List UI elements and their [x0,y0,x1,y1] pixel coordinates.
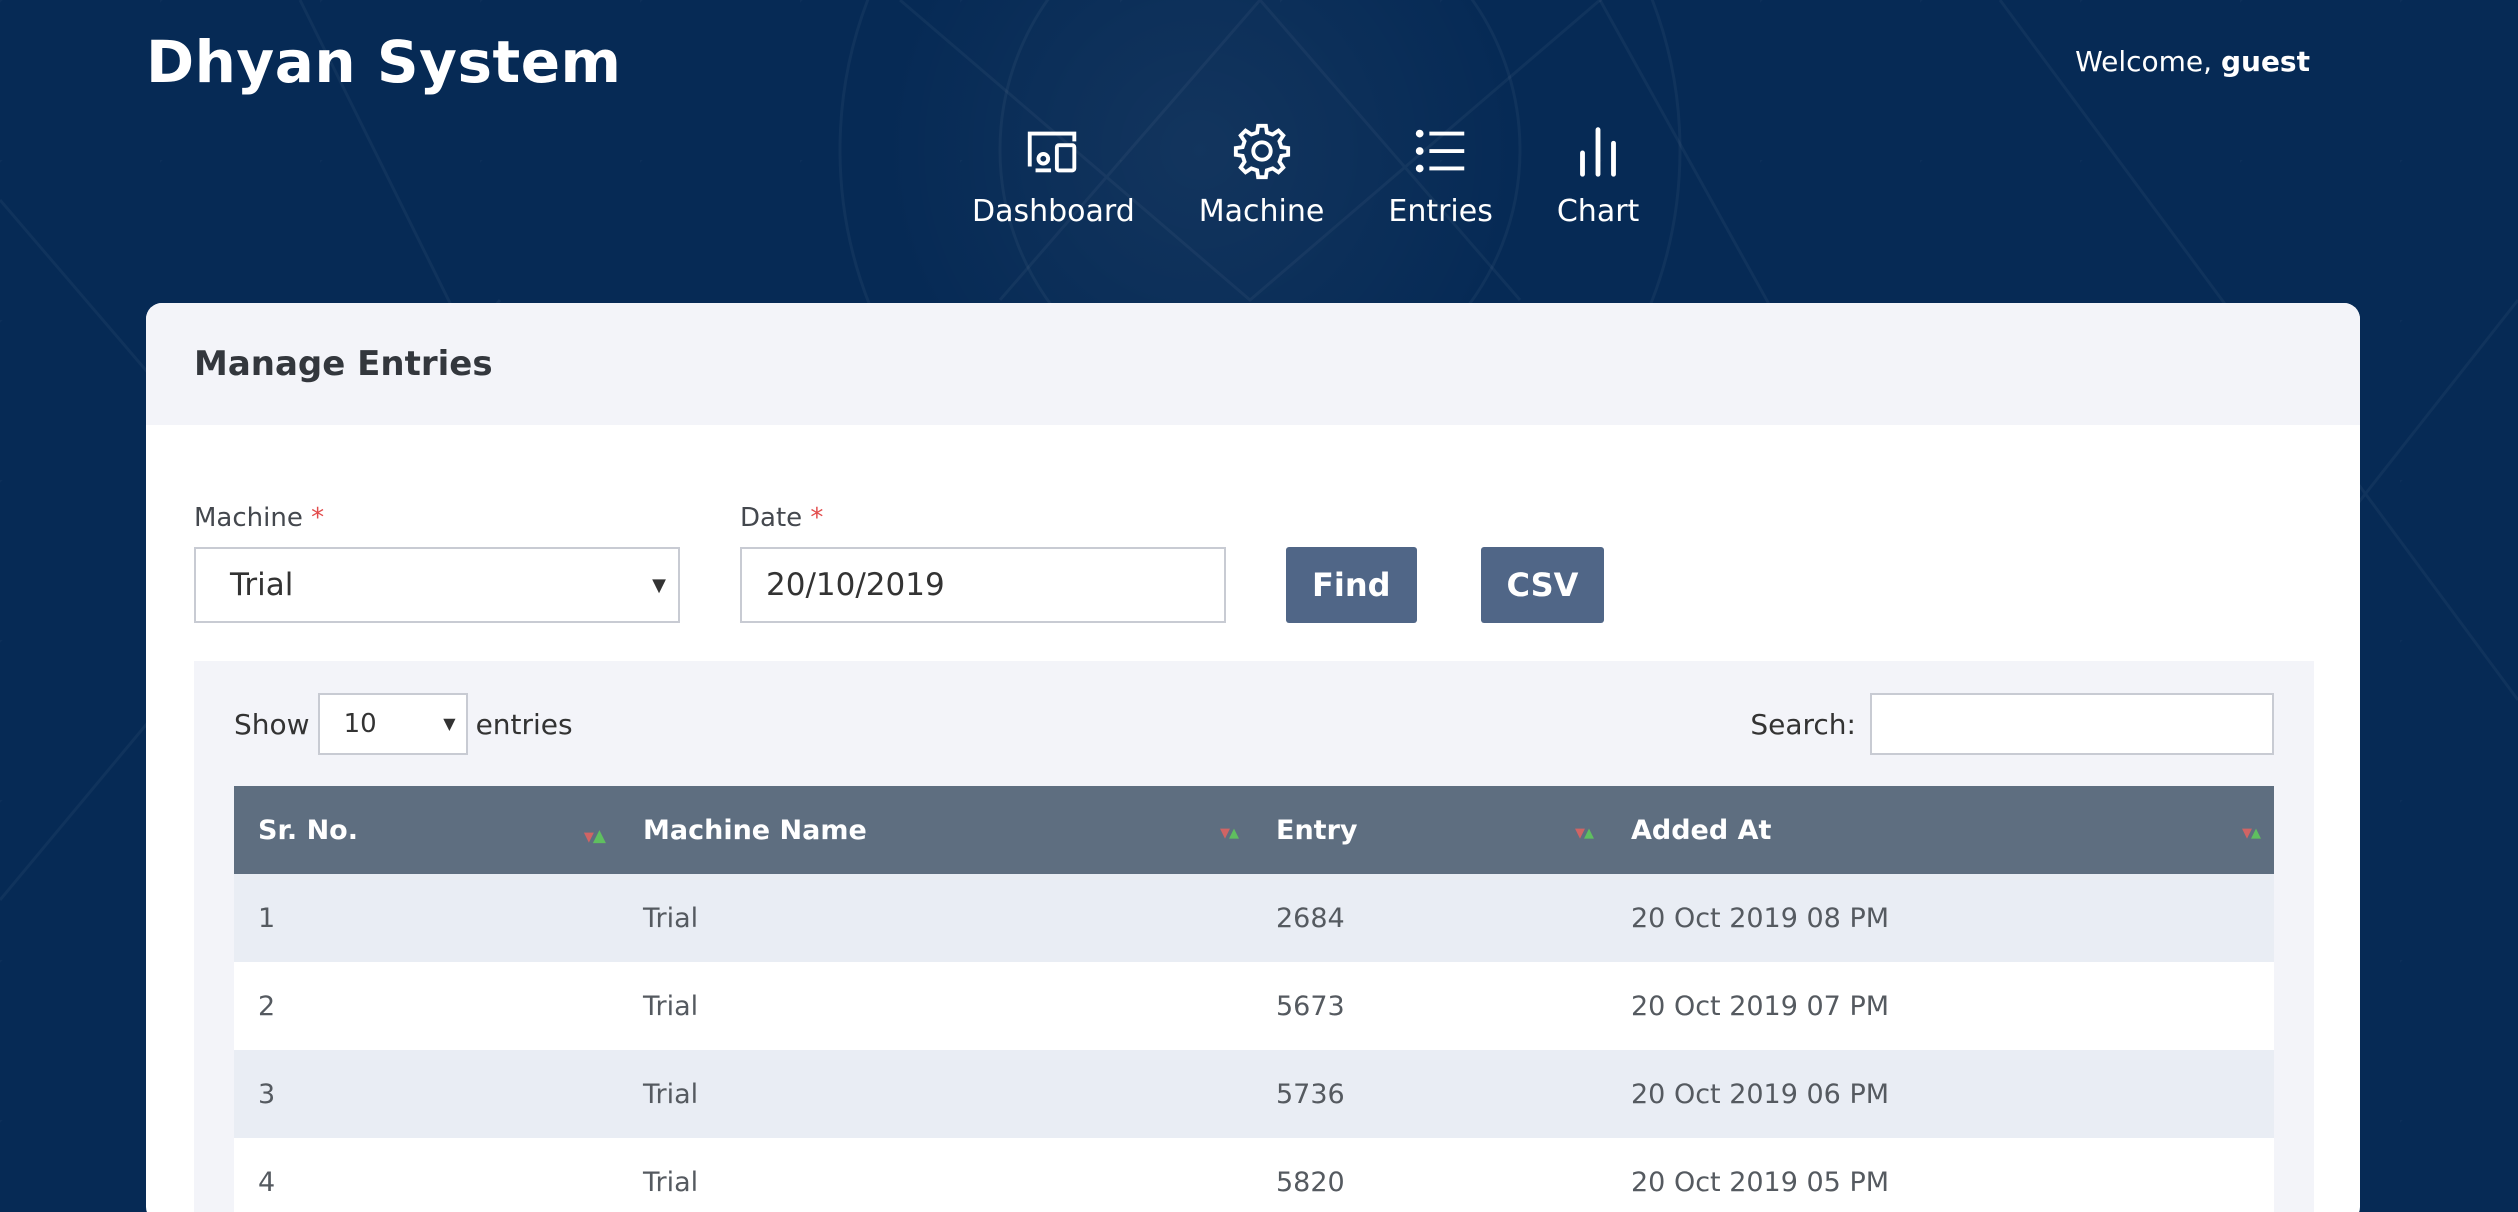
manage-entries-card: Manage Entries Machine * Trial ▼ Date * … [146,303,2360,1212]
cell-sr-no: 2 [234,962,619,1050]
column-header-machine-name[interactable]: Machine Name ▼▲ [619,786,1252,874]
bar-chart-icon [1580,127,1616,177]
search-input[interactable] [1870,693,2274,755]
nav-entries[interactable]: Entries [1356,120,1525,229]
date-field: Date * 20/10/2019 [740,503,1226,623]
cell-entry: 2684 [1252,874,1607,962]
datatable-controls: Show 10 ▼ entries Search: [234,693,2274,755]
date-label-text: Date [740,503,803,533]
nav-dashboard[interactable]: Dashboard [940,120,1167,229]
cell-added-at: 20 Oct 2019 08 PM [1607,874,2274,962]
table-row[interactable]: 3 Trial 5736 20 Oct 2019 06 PM [234,1050,2274,1138]
date-input-value: 20/10/2019 [766,567,945,603]
page-title: Manage Entries [194,344,493,384]
machine-select[interactable]: Trial ▼ [194,547,680,623]
datatable-wrapper: Show 10 ▼ entries Search: Sr. No. ▼▲ Mac… [194,661,2314,1212]
column-header-entry[interactable]: Entry ▼▲ [1252,786,1607,874]
table-row[interactable]: 4 Trial 5820 20 Oct 2019 05 PM [234,1138,2274,1212]
column-label: Machine Name [643,814,867,846]
entries-per-page-select[interactable]: 10 ▼ [317,693,468,755]
welcome-user[interactable]: guest [2221,45,2310,78]
nav-dashboard-label: Dashboard [972,194,1135,229]
csv-button[interactable]: CSV [1480,547,1605,623]
card-header: Manage Entries [146,303,2360,425]
show-label: Show [234,707,310,741]
table-row[interactable]: 2 Trial 5673 20 Oct 2019 07 PM [234,962,2274,1050]
column-label: Added At [1631,814,1772,846]
entries-per-page-value: 10 [343,709,377,739]
machine-field: Machine * Trial ▼ [194,503,680,623]
column-label: Entry [1276,814,1358,846]
search-control: Search: [1750,693,2274,755]
cell-entry: 5820 [1252,1138,1607,1212]
cell-entry: 5736 [1252,1050,1607,1138]
devices-icon [1028,131,1077,173]
cell-sr-no: 1 [234,874,619,962]
machine-label: Machine * [194,503,680,533]
main-nav: Dashboard Machine Entries Chart [940,120,1671,229]
table-header-row: Sr. No. ▼▲ Machine Name ▼▲ Entry ▼▲ Adde… [234,786,2274,874]
machine-select-value: Trial [230,567,294,603]
caret-down-icon: ▼ [652,575,666,596]
list-icon [1415,129,1464,173]
sort-icon: ▼▲ [583,826,606,846]
sort-icon: ▼▲ [1220,826,1239,841]
length-control: Show 10 ▼ entries [234,693,573,755]
sort-icon: ▼▲ [2242,826,2261,841]
cell-sr-no: 3 [234,1050,619,1138]
cell-added-at: 20 Oct 2019 06 PM [1607,1050,2274,1138]
required-mark: * [810,503,824,533]
cell-machine-name: Trial [619,1138,1252,1212]
brand-title[interactable]: Dhyan System [146,28,621,96]
nav-machine[interactable]: Machine [1167,120,1357,229]
welcome-text: Welcome, guest [2075,45,2310,78]
date-label: Date * [740,503,1226,533]
search-label: Search: [1750,707,1856,741]
filter-form: Machine * Trial ▼ Date * 20/10/2019 Find… [194,503,1668,623]
nav-machine-label: Machine [1198,194,1325,229]
column-header-sr-no[interactable]: Sr. No. ▼▲ [234,786,619,874]
entries-label: entries [475,707,573,741]
entries-table: Sr. No. ▼▲ Machine Name ▼▲ Entry ▼▲ Adde… [234,786,2274,1212]
table-row[interactable]: 1 Trial 2684 20 Oct 2019 08 PM [234,874,2274,962]
nav-entries-label: Entries [1388,194,1493,229]
column-label: Sr. No. [258,814,358,846]
welcome-prefix: Welcome, [2075,45,2213,78]
cell-sr-no: 4 [234,1138,619,1212]
required-mark: * [311,503,325,533]
cell-machine-name: Trial [619,962,1252,1050]
cell-entry: 5673 [1252,962,1607,1050]
nav-chart[interactable]: Chart [1525,120,1671,229]
cell-added-at: 20 Oct 2019 07 PM [1607,962,2274,1050]
nav-chart-label: Chart [1556,194,1640,229]
caret-down-icon: ▼ [443,714,456,733]
sort-icon: ▼▲ [1575,826,1594,841]
cell-machine-name: Trial [619,1050,1252,1138]
find-button[interactable]: Find [1286,547,1417,623]
machine-label-text: Machine [194,503,303,533]
cell-machine-name: Trial [619,874,1252,962]
column-header-added-at[interactable]: Added At ▼▲ [1607,786,2274,874]
gear-icon [1233,123,1290,180]
date-input[interactable]: 20/10/2019 [740,547,1226,623]
cell-added-at: 20 Oct 2019 05 PM [1607,1138,2274,1212]
